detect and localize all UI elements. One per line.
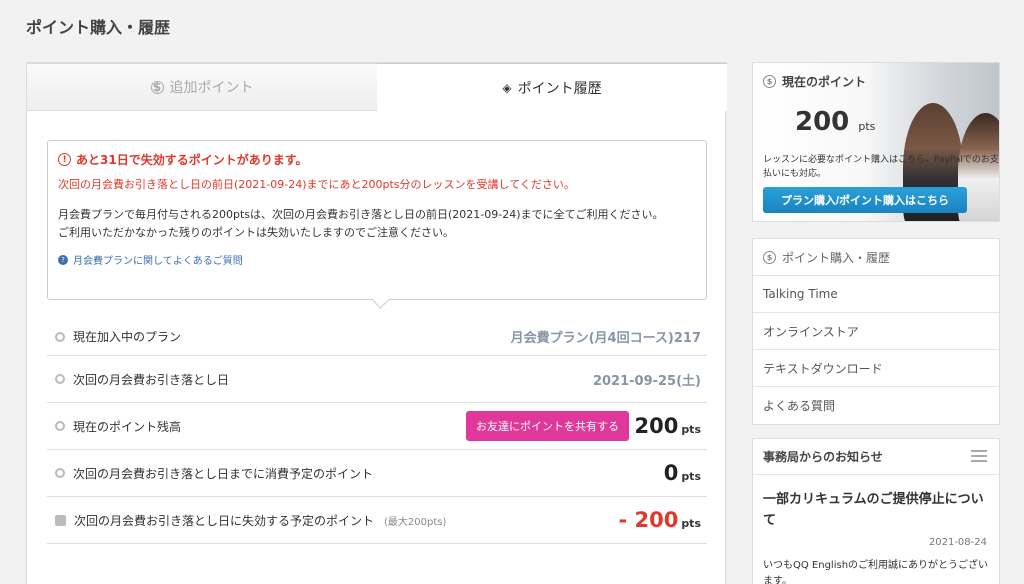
current-plan-value: 月会費プラン(月4回コース)217 (510, 331, 701, 346)
page-title: ポイント購入・履歴 (26, 18, 171, 37)
dollar-icon: $ (763, 75, 776, 88)
bullet-icon (55, 331, 65, 342)
unit-label: pts (681, 423, 701, 436)
tab-bar: $ 追加ポイント ◈ ポイント履歴 (26, 63, 727, 111)
news-item-date: 2021-08-24 (928, 537, 987, 548)
news-header: 事務局からのお知らせ (753, 439, 999, 475)
notice-title-row: ! あと31日で失効するポイントがあります。 (58, 151, 696, 168)
warning-bullet-icon (55, 514, 66, 526)
news-box: 事務局からのお知らせ 一部カリキュラムのご提供停止について 2021-08-24… (752, 438, 1000, 584)
unit-label: pts (681, 517, 701, 530)
menu-item-talking-time[interactable]: Talking Time (753, 276, 999, 313)
bullet-icon (55, 421, 65, 431)
expire-value: - 200 pts (618, 508, 701, 532)
menu-item-online-store[interactable]: オンラインストア (753, 313, 999, 350)
news-item-title[interactable]: 一部カリキュラムのご提供停止について (753, 475, 999, 531)
menu-item-label: ポイント購入・履歴 (782, 250, 891, 265)
row-balance: 現在のポイント残高 お友達にポイントを共有する 200 pts (47, 403, 707, 450)
row-next-charge: 次回の月会費お引き落とし日 2021-09-25(土) (47, 356, 707, 403)
news-item-body: いつもQQ Englishのご利用誠にありがとうございます。 (763, 560, 989, 584)
menu-item-text-download[interactable]: テキストダウンロード (753, 350, 999, 387)
next-charge-value: 2021-09-25(土) (592, 373, 701, 389)
faq-link-label: 月会費プランに関してよくあるご質問 (73, 256, 243, 267)
balance-value: 200 pts (634, 414, 701, 438)
faq-link[interactable]: ? 月会費プランに関してよくあるご質問 (58, 252, 696, 267)
points-box-value: 200 pts (795, 107, 875, 137)
bullet-icon (55, 468, 65, 478)
warning-icon: ! (58, 153, 71, 166)
dollar-icon: $ (763, 250, 776, 264)
consume-value: 0 pts (664, 461, 701, 485)
row-expire: 次回の月会費お引き落とし日に失効する予定のポイント (最大200pts) - 2… (47, 497, 707, 544)
row-label: 次回の月会費お引き落とし日までに消費予定のポイント (73, 466, 374, 481)
notice-body: 月会費プランで毎月付与される200ptsは、次回の月会費お引き落とし日の前日(2… (58, 206, 696, 242)
current-points-box: $ 現在のポイント 200 pts レッスンに必要なポイント購入はこちら。Pay… (752, 62, 1000, 222)
row-label: 現在加入中のプラン (73, 330, 182, 344)
tab-add-points-label: 追加ポイント (169, 80, 254, 96)
layers-icon: ◈ (502, 80, 512, 95)
plan-info-rows: 現在加入中のプラン 月会費プラン(月4回コース)217 次回の月会費お引き落とし… (47, 318, 707, 544)
expire-note: (最大200pts) (384, 516, 447, 528)
plan-purchase-button[interactable]: プラン購入/ポイント購入はこちら (763, 187, 967, 213)
row-label: 次回の月会費お引き落とし日に失効する予定のポイント (74, 513, 375, 528)
share-points-button[interactable]: お友達にポイントを共有する (466, 411, 629, 441)
row-consume: 次回の月会費お引き落とし日までに消費予定のポイント 0 pts (47, 450, 707, 497)
notice-title: あと31日で失効するポイントがあります。 (76, 153, 308, 167)
notice-body-line2: ご利用いただかなかった残りのポイントは失効いたしますのでご注意ください。 (58, 226, 454, 239)
expire-number: - 200 (618, 508, 679, 532)
row-label: 現在のポイント残高 (73, 419, 182, 434)
side-menu: $ ポイント購入・履歴 Talking Time オンラインストア テキストダウ… (752, 238, 1000, 425)
notice-body-line1: 月会費プランで毎月付与される200ptsは、次回の月会費お引き落とし日の前日(2… (58, 208, 664, 221)
points-unit: pts (858, 120, 876, 133)
tab-point-history-label: ポイント履歴 (517, 80, 602, 97)
points-box-title-row: $ 現在のポイント (763, 73, 866, 90)
tab-add-points[interactable]: $ 追加ポイント (26, 63, 378, 111)
news-title: 事務局からのお知らせ (763, 450, 883, 464)
points-number: 200 (795, 107, 850, 137)
notice-warning-line: 次回の月会費お引き落とし日の前日(2021-09-24)までにあと200pts分… (58, 178, 575, 191)
points-box-desc: レッスンに必要なポイント購入はこちら。PayPalでのお支払いにも対応。 (763, 155, 999, 179)
dollar-icon: $ (150, 80, 164, 94)
question-icon: ? (58, 254, 68, 265)
row-label: 次回の月会費お引き落とし日 (73, 372, 230, 387)
row-current-plan: 現在加入中のプラン 月会費プラン(月4回コース)217 (47, 318, 707, 356)
list-icon[interactable] (971, 450, 987, 464)
menu-item-faq[interactable]: よくある質問 (753, 387, 999, 424)
expiry-notice: ! あと31日で失効するポイントがあります。 次回の月会費お引き落とし日の前日(… (47, 140, 707, 300)
unit-label: pts (681, 470, 701, 483)
menu-item-points[interactable]: $ ポイント購入・履歴 (753, 239, 999, 276)
consume-number: 0 (663, 461, 679, 485)
balance-number: 200 (634, 414, 679, 438)
tab-point-history[interactable]: ◈ ポイント履歴 (377, 63, 727, 111)
main-panel: $ 追加ポイント ◈ ポイント履歴 ! あと31日で失効するポイントがあります。… (26, 62, 727, 584)
bullet-icon (55, 374, 65, 384)
points-box-title: 現在のポイント (782, 75, 867, 89)
